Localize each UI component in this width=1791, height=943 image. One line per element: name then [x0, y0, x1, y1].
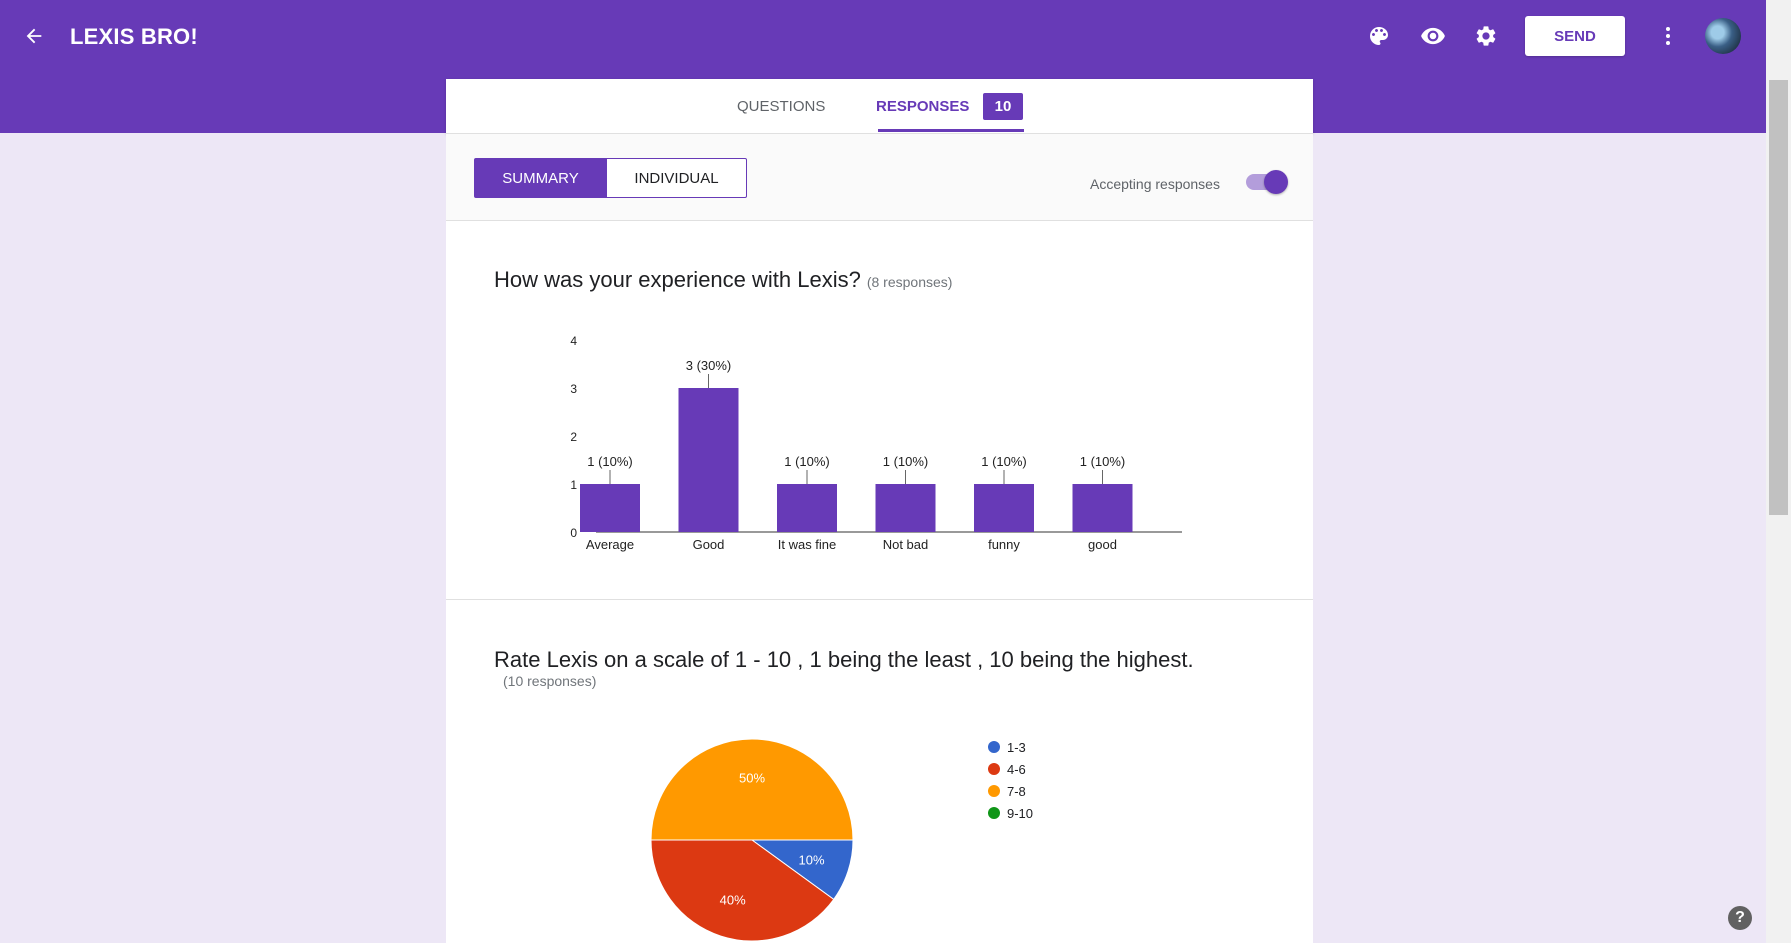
question-card-2: Rate Lexis on a scale of 1 - 10 , 1 bein… [446, 600, 1313, 943]
responses-count-badge: 10 [983, 93, 1023, 120]
x-tick-label: Average [586, 537, 634, 552]
pie-slice [650, 738, 854, 841]
accepting-responses-label: Accepting responses [1090, 176, 1220, 192]
y-tick-label: 4 [570, 334, 577, 348]
legend-dot [988, 741, 1000, 753]
y-tick-label: 1 [570, 478, 577, 492]
pie-chart: 10% 40% 50% [650, 738, 854, 942]
legend-item: 7-8 [988, 780, 1033, 802]
data-label: 1 (10%) [883, 454, 929, 469]
tab-responses[interactable]: RESPONSES [876, 79, 969, 133]
legend-item: 1-3 [988, 736, 1033, 758]
toggle-knob [1264, 170, 1288, 194]
avatar[interactable] [1705, 18, 1741, 54]
legend-dot [988, 785, 1000, 797]
eye-icon[interactable] [1415, 18, 1451, 54]
legend-dot [988, 763, 1000, 775]
question-card-1: How was your experience with Lexis? (8 re… [446, 221, 1313, 600]
data-label: 1 (10%) [587, 454, 633, 469]
y-tick-label: 3 [570, 382, 577, 396]
legend-item: 9-10 [988, 802, 1033, 824]
bar [580, 484, 640, 532]
x-tick-label: It was fine [778, 537, 837, 552]
scrollbar-thumb[interactable] [1769, 80, 1788, 515]
palette-icon[interactable] [1361, 18, 1397, 54]
y-tick-label: 2 [570, 430, 577, 444]
back-arrow-icon[interactable] [16, 18, 52, 54]
bar [678, 388, 739, 532]
bar [875, 484, 936, 532]
bar [1072, 484, 1133, 532]
data-label: 1 (10%) [1080, 454, 1126, 469]
x-tick-label: Good [693, 537, 725, 552]
help-button[interactable]: ? [1728, 906, 1752, 930]
send-button[interactable]: SEND [1525, 16, 1625, 56]
scrollbar[interactable] [1766, 0, 1791, 943]
x-tick-label: Not bad [883, 537, 929, 552]
pie-slice-label: 50% [739, 770, 765, 785]
bar [974, 484, 1034, 532]
bar [777, 484, 837, 532]
data-label: 1 (10%) [784, 454, 830, 469]
pie-slice-label: 40% [720, 893, 746, 908]
tab-bar: QUESTIONS RESPONSES 10 [446, 79, 1313, 134]
gear-icon[interactable] [1468, 18, 1504, 54]
form-title: LEXIS BRO! [70, 24, 198, 49]
pie-slice-label: 10% [799, 852, 825, 867]
more-vert-icon[interactable] [1650, 18, 1686, 54]
legend-dot [988, 807, 1000, 819]
data-label: 1 (10%) [981, 454, 1027, 469]
active-tab-indicator [878, 129, 1024, 132]
tab-questions[interactable]: QUESTIONS [737, 79, 825, 133]
legend-label: 7-8 [1007, 783, 1026, 799]
bar-chart: 0 1 2 3 4 1 (10%) Average 3 (30%) Good 1 (10%) It … [570, 334, 1182, 552]
summary-button[interactable]: SUMMARY [474, 158, 607, 198]
legend-label: 4-6 [1007, 761, 1026, 777]
legend-label: 1-3 [1007, 739, 1026, 755]
x-tick-label: funny [988, 537, 1020, 552]
data-label: 3 (30%) [686, 358, 732, 373]
accepting-responses-toggle[interactable] [1246, 170, 1288, 194]
legend-item: 4-6 [988, 758, 1033, 780]
responses-controls: SUMMARY INDIVIDUAL Accepting responses [446, 134, 1313, 221]
y-tick-label: 0 [570, 526, 577, 540]
x-tick-label: good [1088, 537, 1117, 552]
pie-legend: 1-3 4-6 7-8 9-10 [988, 736, 1033, 824]
legend-label: 9-10 [1007, 805, 1034, 821]
individual-button[interactable]: INDIVIDUAL [606, 158, 747, 198]
